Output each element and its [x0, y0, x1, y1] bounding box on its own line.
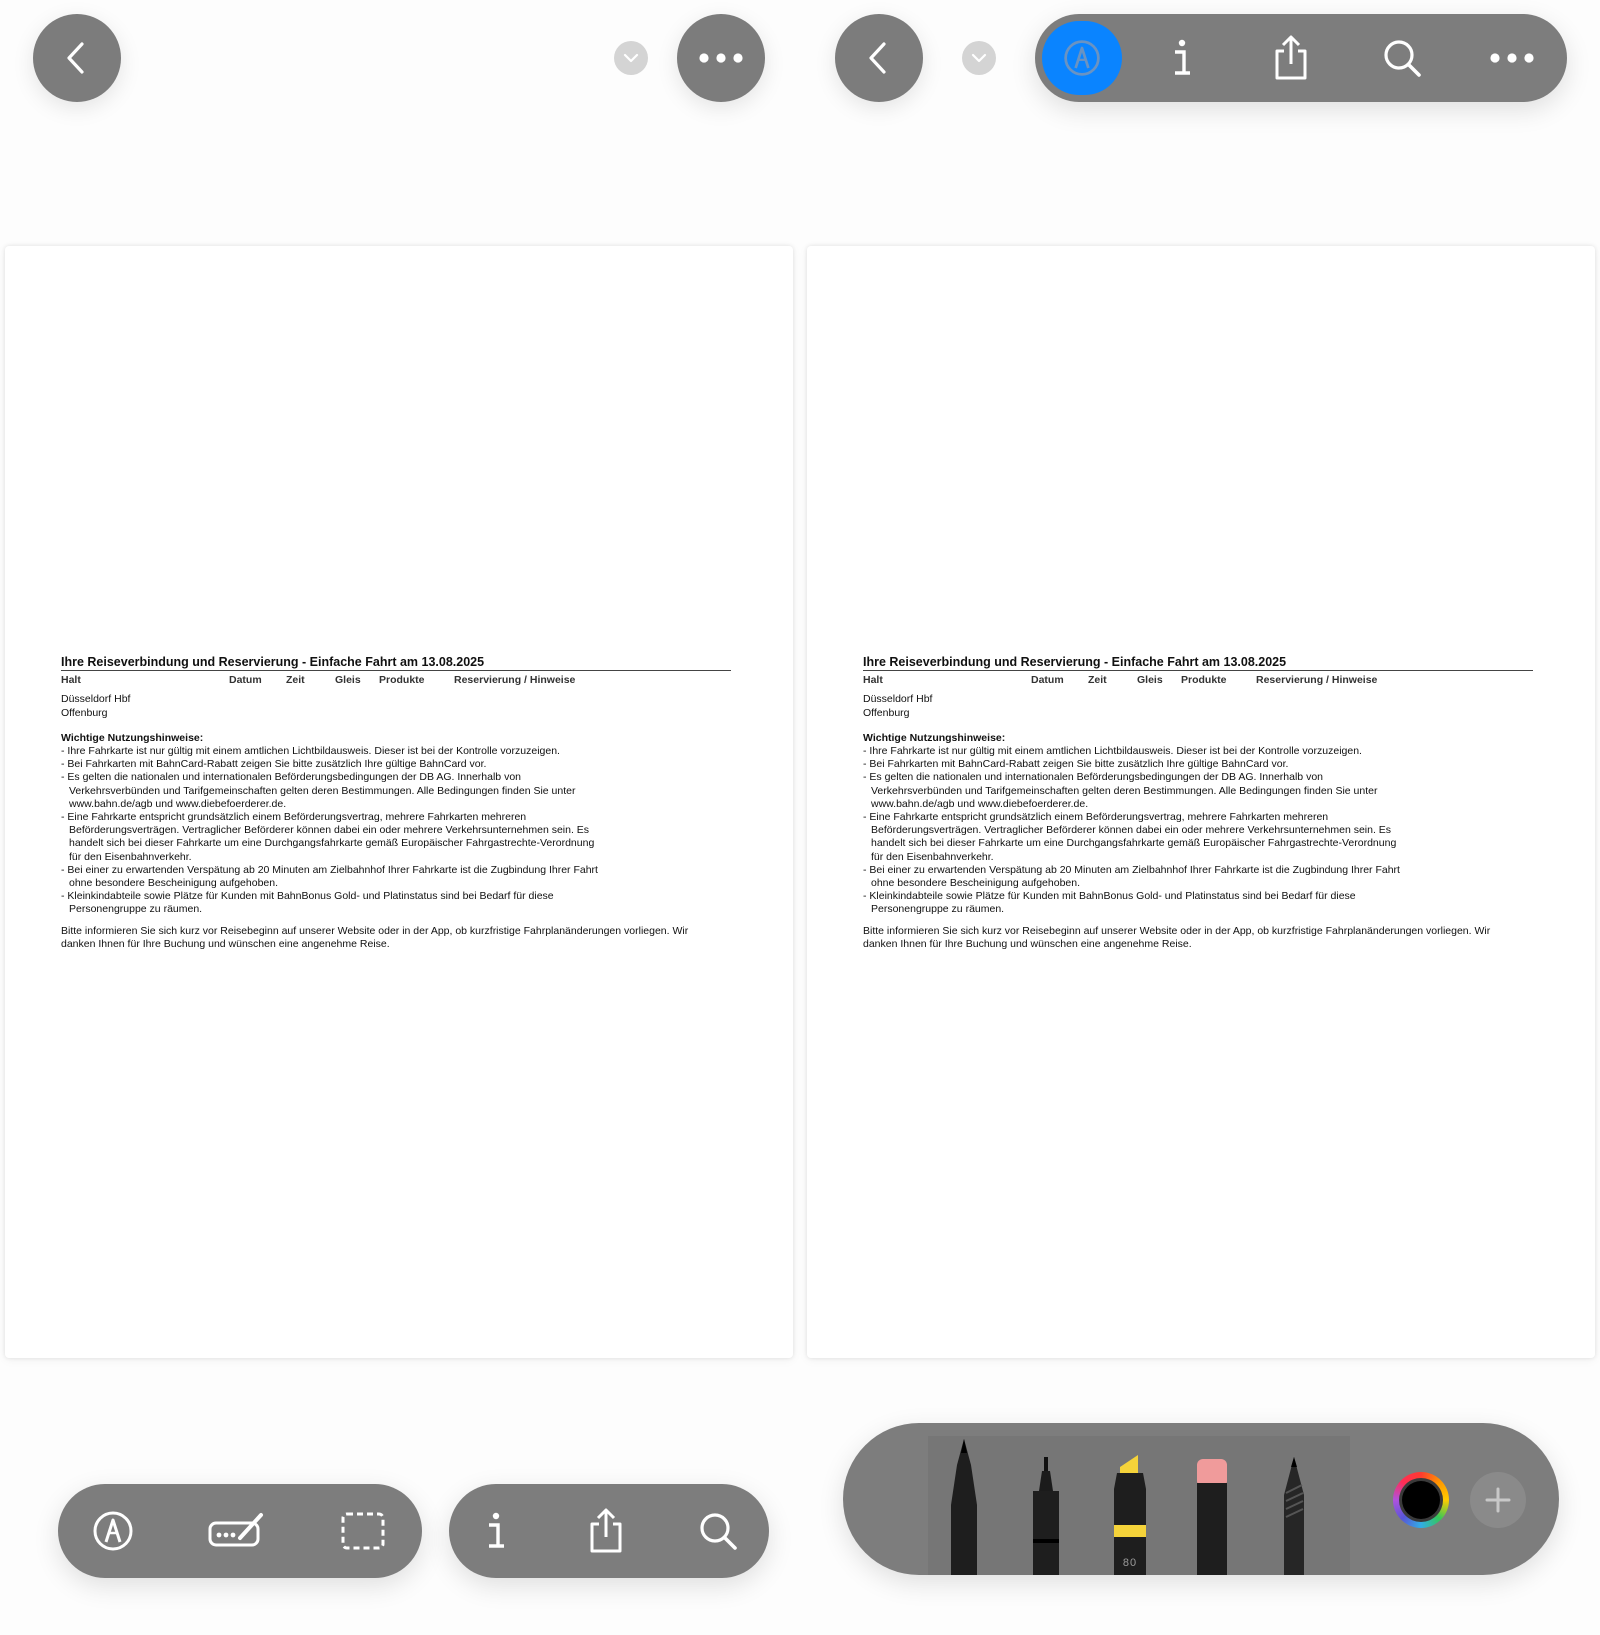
note-item: - Es gelten die nationalen und internati…: [863, 771, 1378, 810]
note-item: - Es gelten die nationalen und internati…: [61, 771, 576, 810]
notes-heading: Wichtige Nutzungshinweise:: [863, 732, 1006, 744]
markup-button[interactable]: [1042, 21, 1122, 95]
back-button[interactable]: [33, 14, 121, 102]
info-icon: [1175, 39, 1190, 75]
info-button[interactable]: [469, 1504, 523, 1558]
table-header: Halt Datum Zeit Gleis Produkte Reservier…: [863, 674, 1533, 689]
notes-list: - Ihre Fahrkarte ist nur gültig mit eine…: [863, 745, 1533, 917]
chevron-left-icon: [869, 42, 886, 74]
note-item: - Ihre Fahrkarte ist nur gültig mit eine…: [863, 745, 1362, 757]
eraser-icon: [1197, 1459, 1227, 1575]
bottom-actions-pill: [449, 1484, 769, 1578]
markup-icon: [1064, 40, 1100, 76]
note-item: - Kleinkindabteile sowie Plätze für Kund…: [61, 890, 554, 916]
document-title: Ihre Reiseverbindung und Reservierung - …: [863, 655, 1533, 671]
note-item: - Bei Fahrkarten mit BahnCard-Rabatt zei…: [61, 758, 487, 771]
color-picker[interactable]: [1393, 1472, 1449, 1528]
column-header: Halt: [61, 674, 81, 686]
column-header: Reservierung / Hinweise: [1256, 674, 1378, 686]
top-toolbar-pill: [1035, 14, 1567, 102]
column-header: Gleis: [335, 674, 361, 686]
closing-paragraph: Bitte informieren Sie sich kurz vor Reis…: [863, 924, 1491, 951]
closing-paragraph: Bitte informieren Sie sich kurz vor Reis…: [61, 924, 689, 951]
column-header: Gleis: [1137, 674, 1163, 686]
share-icon: [590, 1508, 622, 1553]
search-icon: [1384, 40, 1421, 77]
pencil-icon: [1284, 1457, 1304, 1575]
fineliner-icon: [1033, 1457, 1059, 1575]
note-item: - Eine Fahrkarte entspricht grundsätzlic…: [863, 811, 1397, 863]
stop-item: Düsseldorf Hbf: [863, 693, 933, 705]
info-button[interactable]: [1155, 31, 1209, 85]
table-header: Halt Datum Zeit Gleis Produkte Reservier…: [61, 674, 731, 689]
stop-item: Düsseldorf Hbf: [61, 693, 131, 705]
document-content: Ihre Reiseverbindung und Reservierung - …: [61, 655, 731, 952]
chevron-left-icon: [67, 42, 84, 74]
form-fill-icon: [208, 1513, 263, 1547]
ellipsis-icon: [1490, 53, 1534, 63]
column-header: Produkte: [379, 674, 425, 686]
search-button[interactable]: [691, 1504, 745, 1558]
column-header: Zeit: [286, 674, 305, 686]
column-header: Produkte: [1181, 674, 1227, 686]
note-item: - Kleinkindabteile sowie Plätze für Kund…: [863, 890, 1356, 916]
note-item: - Bei einer zu erwartenden Verspätung ab…: [863, 863, 1400, 890]
column-header: Zeit: [1088, 674, 1107, 686]
plus-icon: [1485, 1487, 1511, 1513]
document-page-right[interactable]: Ihre Reiseverbindung und Reservierung - …: [807, 246, 1595, 1358]
chevron-down-icon: [971, 53, 987, 63]
note-item: - Bei Fahrkarten mit BahnCard-Rabatt zei…: [863, 758, 1289, 771]
form-fill-button[interactable]: [204, 1504, 268, 1558]
ellipsis-icon: [699, 53, 743, 63]
column-header: Halt: [863, 674, 883, 686]
notes-heading: Wichtige Nutzungshinweise:: [61, 732, 204, 744]
title-menu-button[interactable]: [614, 41, 648, 75]
markup-icon: [93, 1511, 133, 1551]
notes-list: - Ihre Fahrkarte ist nur gültig mit eine…: [61, 745, 731, 917]
note-item: - Eine Fahrkarte entspricht grundsätzlic…: [61, 811, 595, 863]
fineliner-tool[interactable]: [1026, 1455, 1066, 1575]
note-item: - Ihre Fahrkarte ist nur gültig mit eine…: [61, 745, 560, 757]
selection-button[interactable]: [336, 1504, 390, 1558]
share-button[interactable]: [1264, 29, 1318, 87]
back-button[interactable]: [835, 14, 923, 102]
document-page-left[interactable]: Ihre Reiseverbindung und Reservierung - …: [5, 246, 793, 1358]
selected-color-swatch: [1402, 1481, 1440, 1519]
title-menu-button[interactable]: [962, 41, 996, 75]
stops-list: Düsseldorf Hbf Offenburg: [61, 692, 731, 720]
document-title: Ihre Reiseverbindung und Reservierung - …: [61, 655, 731, 671]
note-item: - Bei einer zu erwartenden Verspätung ab…: [61, 863, 598, 890]
markup-button[interactable]: [86, 1504, 140, 1558]
search-button[interactable]: [1375, 31, 1429, 85]
search-icon: [700, 1513, 737, 1550]
tool-palette: 80: [843, 1423, 1559, 1575]
info-icon: [489, 1512, 504, 1548]
eraser-tool[interactable]: [1192, 1459, 1232, 1575]
bottom-tools-pill: [58, 1484, 422, 1578]
document-content: Ihre Reiseverbindung und Reservierung - …: [863, 655, 1533, 952]
pen-icon: [951, 1439, 977, 1575]
highlighter-opacity-label: 80: [1122, 1557, 1138, 1569]
more-button[interactable]: [677, 14, 765, 102]
add-tool-button[interactable]: [1470, 1472, 1526, 1528]
chevron-down-icon: [623, 53, 639, 63]
column-header: Datum: [1031, 674, 1064, 686]
stops-list: Düsseldorf Hbf Offenburg: [863, 692, 1533, 720]
selection-icon: [341, 1512, 385, 1550]
pen-tool[interactable]: [944, 1435, 984, 1575]
column-header: Reservierung / Hinweise: [454, 674, 576, 686]
stop-item: Offenburg: [61, 707, 108, 719]
stop-item: Offenburg: [863, 707, 910, 719]
pencil-tool[interactable]: [1274, 1455, 1314, 1575]
share-button[interactable]: [579, 1502, 633, 1560]
column-header: Datum: [229, 674, 262, 686]
more-button[interactable]: [1485, 31, 1539, 85]
share-icon: [1275, 35, 1307, 80]
